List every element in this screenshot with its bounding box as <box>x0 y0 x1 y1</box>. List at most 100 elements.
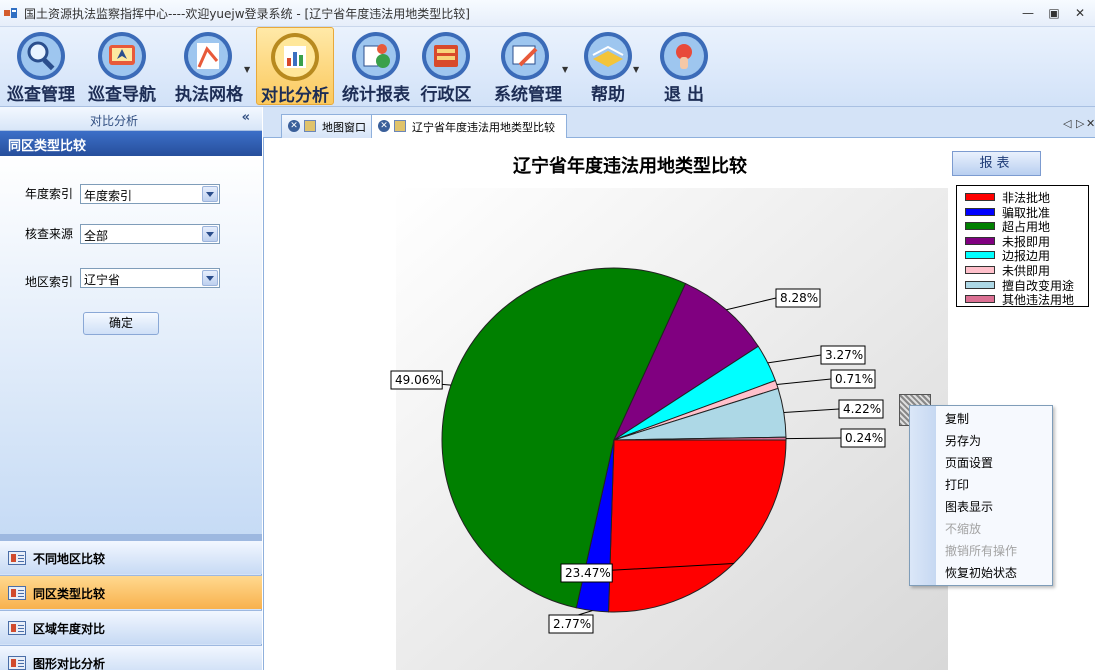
year-select[interactable]: 年度索引 <box>80 184 220 204</box>
toolbar-label: 帮助 <box>591 85 625 105</box>
tab-bar: ✕ 地图窗口 ✕ 辽宁省年度违法用地类型比较 ◁ ▷ ✕ <box>263 107 1095 138</box>
context-menu-item[interactable]: 复制 <box>945 410 969 427</box>
tab-chart[interactable]: ✕ 辽宁省年度违法用地类型比较 <box>371 114 567 138</box>
nav-item-different-region[interactable]: 不同地区比较 <box>0 540 262 574</box>
menu-gutter <box>910 406 936 585</box>
toolbar-exit[interactable]: 退 出 <box>654 27 714 105</box>
grid-map-icon <box>184 32 232 80</box>
data-label: 2.77% <box>553 617 591 631</box>
toolbar-enforcement-grid[interactable]: ▼ 执法网格 <box>170 27 251 105</box>
tab-close-icon[interactable]: ✕ <box>1086 117 1095 130</box>
report-icon <box>352 32 400 80</box>
region-select[interactable]: 辽宁省 <box>80 268 220 288</box>
chevron-down-icon[interactable] <box>202 270 218 286</box>
nav-item-label: 同区类型比较 <box>33 587 106 601</box>
report-button[interactable]: 报表 <box>952 151 1041 176</box>
legend-item: 非法批地 <box>965 190 1088 205</box>
nav-item-region-year[interactable]: 区域年度对比 <box>0 610 262 644</box>
toolbar-compare-analysis[interactable]: 对比分析 <box>256 27 334 106</box>
legend-swatch <box>965 251 995 260</box>
form-icon <box>8 656 26 670</box>
chevron-down-icon[interactable] <box>202 186 218 202</box>
patrol-search-icon <box>17 32 65 80</box>
system-settings-icon <box>501 32 549 80</box>
left-panel-header: 对比分析 « <box>0 107 262 131</box>
toolbar-label: 退 出 <box>664 85 704 105</box>
legend-item: 未供即用 <box>965 263 1088 278</box>
context-menu-item[interactable]: 打印 <box>945 476 969 493</box>
data-label: 49.06% <box>395 373 441 387</box>
tab-map-window[interactable]: ✕ 地图窗口 <box>281 114 373 138</box>
toolbar-label: 行政区 <box>420 85 472 105</box>
tab-prev-icon[interactable]: ◁ <box>1063 117 1071 130</box>
exit-icon <box>660 32 708 80</box>
close-tab-icon[interactable]: ✕ <box>378 120 390 132</box>
source-select[interactable]: 全部 <box>80 224 220 244</box>
year-select-value: 年度索引 <box>84 189 133 203</box>
query-form: 年度索引 年度索引 核查来源 全部 地区索引 辽宁省 确定 <box>0 156 262 534</box>
close-icon[interactable]: ✕ <box>1072 6 1088 20</box>
form-icon <box>8 621 26 635</box>
toolbar-statistics-report[interactable]: 统计报表 <box>338 27 414 105</box>
source-select-value: 全部 <box>84 229 109 243</box>
form-icon <box>8 586 26 600</box>
legend-swatch <box>965 265 995 274</box>
collapse-icon[interactable]: « <box>242 110 250 125</box>
chevron-down-icon: ▼ <box>633 65 640 74</box>
data-label: 0.24% <box>845 431 883 445</box>
tab-next-icon[interactable]: ▷ <box>1076 117 1084 130</box>
form-icon <box>8 551 26 565</box>
legend-swatch <box>965 193 995 201</box>
toolbar-patrol-manage[interactable]: 巡查管理 <box>4 27 78 105</box>
chart-panel: 23.47% 2.77% 49.06% 8.28% 3.27% 0.71% 4.22% 0.2… <box>263 138 1095 670</box>
section-title: 同区类型比较 <box>0 131 262 156</box>
data-label: 23.47% <box>565 566 611 580</box>
main-toolbar: 巡查管理 巡查导航 ▼ 执法网格 对比分析 统计报表 行政区 ▼ 系统管理 ▼ … <box>0 27 1095 107</box>
app-icon <box>4 8 17 18</box>
confirm-button[interactable]: 确定 <box>83 312 159 335</box>
region-select-value: 辽宁省 <box>84 273 121 287</box>
context-menu-item[interactable]: 图表显示 <box>945 498 993 515</box>
legend-swatch <box>965 280 995 289</box>
toolbar-patrol-nav[interactable]: 巡查导航 <box>84 27 160 105</box>
legend-swatch <box>965 295 995 304</box>
minimize-icon[interactable]: — <box>1020 6 1036 20</box>
legend-swatch <box>965 222 995 231</box>
region-label: 地区索引 <box>25 275 74 289</box>
nav-item-same-region[interactable]: 同区类型比较 <box>0 575 262 609</box>
legend-item: 其他违法用地 <box>965 292 1088 307</box>
context-menu-item: 撤销所有操作 <box>945 544 1018 558</box>
toolbar-district[interactable]: 行政区 <box>416 27 476 105</box>
source-label: 核查来源 <box>25 227 74 241</box>
data-label: 4.22% <box>843 402 881 416</box>
tab-label: 地图窗口 <box>322 121 366 134</box>
chevron-down-icon: ▼ <box>244 65 251 74</box>
year-label: 年度索引 <box>25 187 74 201</box>
context-menu-item[interactable]: 另存为 <box>945 432 981 449</box>
context-menu: 复制 另存为 页面设置 打印 图表显示 不缩放 撤销所有操作 恢复初始状态 <box>909 405 1053 586</box>
context-menu-item[interactable]: 恢复初始状态 <box>945 564 1017 581</box>
toolbar-label: 巡查管理 <box>7 85 75 105</box>
legend-swatch <box>965 207 995 216</box>
map-icon <box>304 120 316 132</box>
nav-item-label: 图形对比分析 <box>33 657 106 670</box>
help-book-icon <box>584 32 632 80</box>
legend-label: 其他违法用地 <box>1002 293 1075 308</box>
left-panel-title: 对比分析 <box>90 114 139 128</box>
nav-item-graphic-compare[interactable]: 图形对比分析 <box>0 645 262 670</box>
toolbar-label: 系统管理 <box>494 85 562 105</box>
tab-label: 辽宁省年度违法用地类型比较 <box>412 121 555 134</box>
data-label: 3.27% <box>825 348 863 362</box>
context-menu-item[interactable]: 页面设置 <box>945 454 993 471</box>
chevron-down-icon[interactable] <box>202 226 218 242</box>
close-tab-icon[interactable]: ✕ <box>288 120 300 132</box>
legend-item: 超占用地 <box>965 219 1088 234</box>
nav-item-label: 区域年度对比 <box>33 622 106 636</box>
chart-legend: 非法批地 骗取批准 超占用地 未报即用 边报边用 未供即用 擅自改变用途 其他违法用地 <box>956 185 1089 307</box>
analysis-chart-icon <box>271 33 319 81</box>
legend-item: 骗取批准 <box>965 205 1088 220</box>
toolbar-system-manage[interactable]: ▼ 系统管理 <box>488 27 568 105</box>
district-icon <box>422 32 470 80</box>
toolbar-help[interactable]: ▼ 帮助 <box>578 27 640 105</box>
maximize-icon[interactable]: ▣ <box>1046 6 1062 20</box>
